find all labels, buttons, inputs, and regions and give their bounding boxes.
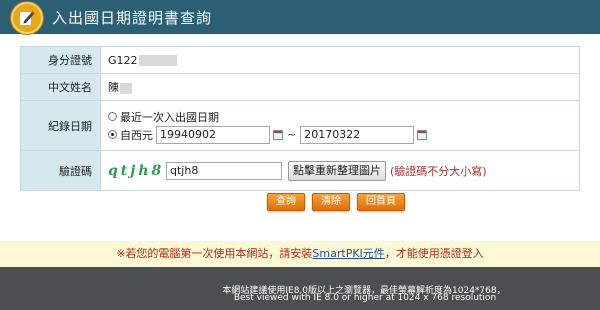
edit-pencil-icon bbox=[11, 2, 43, 34]
smartpki-notice: ※若您的電腦第一次使用本網站，請安裝SmartPKI元件，才能使用憑證登入 bbox=[0, 241, 600, 267]
captcha-note: (驗證碼不分大小寫) bbox=[390, 164, 487, 178]
date-options-cell: 最近一次入出國日期 自西元 19940902 ~ 20170322 bbox=[100, 100, 580, 151]
smartpki-link[interactable]: SmartPKI元件 bbox=[312, 247, 384, 260]
option-recent[interactable]: 最近一次入出國日期 bbox=[108, 108, 579, 126]
page: 入出國日期證明書查詢 身分證號 G122 中文姓名 陳 紀錄日期 最近一次入出國… bbox=[0, 0, 600, 310]
name-label: 中文姓名 bbox=[20, 73, 101, 101]
page-title: 入出國日期證明書查詢 bbox=[52, 9, 213, 27]
query-form: 身分證號 G122 中文姓名 陳 紀錄日期 最近一次入出國日期 自西元 1994… bbox=[20, 46, 580, 191]
home-button[interactable]: 回首頁 bbox=[357, 193, 405, 211]
radio-since[interactable] bbox=[108, 130, 117, 139]
date-separator: ~ bbox=[287, 128, 297, 141]
redacted-block bbox=[120, 82, 132, 94]
footer-line-2: Best viewed with IE 8.0 or higher at 102… bbox=[233, 293, 497, 303]
date-label: 紀錄日期 bbox=[20, 100, 101, 151]
query-button[interactable]: 查詢 bbox=[267, 193, 305, 211]
id-label: 身分證號 bbox=[20, 46, 101, 74]
option-since-label: 自西元 bbox=[120, 128, 153, 142]
notice-suffix: ，才能使用憑證登入 bbox=[384, 247, 484, 260]
refresh-captcha-button[interactable]: 點擊重新整理圖片 bbox=[288, 160, 386, 181]
id-value: G122 bbox=[108, 53, 138, 67]
calendar-icon[interactable] bbox=[417, 129, 428, 140]
clear-button[interactable]: 清除 bbox=[312, 193, 350, 211]
captcha-label: 驗證碼 bbox=[20, 150, 101, 191]
notice-prefix: ※若您的電腦第一次使用本網站，請安裝 bbox=[116, 247, 313, 260]
name-value-cell: 陳 bbox=[100, 73, 580, 101]
header-bar: 入出國日期證明書查詢 bbox=[0, 0, 600, 34]
date-from-input[interactable]: 19940902 bbox=[156, 125, 270, 144]
option-since[interactable]: 自西元 19940902 ~ 20170322 bbox=[108, 125, 579, 144]
option-recent-label: 最近一次入出國日期 bbox=[120, 110, 219, 124]
captcha-cell: qtjh8 qtjh8 點擊重新整理圖片 (驗證碼不分大小寫) bbox=[100, 150, 580, 191]
date-to-input[interactable]: 20170322 bbox=[300, 125, 415, 144]
captcha-image: qtjh8 bbox=[108, 162, 165, 179]
captcha-input[interactable]: qtjh8 bbox=[166, 161, 282, 180]
radio-recent[interactable] bbox=[108, 112, 117, 121]
footer: 本網站建議使用IE8.0版以上之瀏覽器，最佳螢幕解析度為1024*768， Be… bbox=[0, 267, 600, 310]
redacted-block bbox=[138, 55, 177, 66]
name-value: 陳 bbox=[108, 81, 119, 94]
action-buttons: 查詢 清除 回首頁 bbox=[0, 193, 600, 213]
calendar-icon[interactable] bbox=[273, 129, 283, 140]
id-value-cell: G122 bbox=[100, 46, 580, 74]
